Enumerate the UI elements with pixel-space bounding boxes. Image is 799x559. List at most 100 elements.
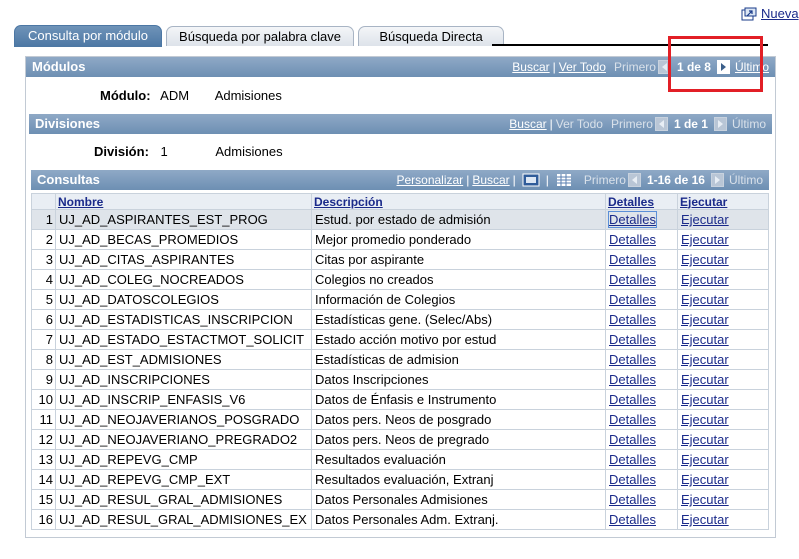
table-row[interactable]: 6 UJ_AD_ESTADISTICAS_INSCRIPCION Estadísti… <box>31 309 769 330</box>
tab-busqueda-directa[interactable]: Búsqueda Directa <box>358 26 504 46</box>
ejecutar-link[interactable]: Ejecutar <box>681 472 729 487</box>
highlight-annotation <box>668 36 763 92</box>
row-detalles-cell: Detalles <box>605 489 678 510</box>
detalles-link[interactable]: Detalles <box>609 452 656 467</box>
row-detalles-cell: Detalles <box>605 249 678 270</box>
row-descripcion: Datos pers. Neos de posgrado <box>311 409 606 430</box>
detalles-link[interactable]: Detalles <box>609 472 656 487</box>
detalles-link[interactable]: Detalles <box>609 292 656 307</box>
detalles-link[interactable]: Detalles <box>609 432 656 447</box>
detalles-link[interactable]: Detalles <box>609 392 656 407</box>
row-detalles-cell: Detalles <box>605 469 678 490</box>
ejecutar-link[interactable]: Ejecutar <box>681 412 729 427</box>
table-row[interactable]: 14 UJ_AD_REPEVG_CMP_EXT Resultados evaluac… <box>31 469 769 490</box>
modulos-buscar-link[interactable]: Buscar <box>512 57 549 77</box>
sort-nombre-link[interactable]: Nombre <box>58 195 103 209</box>
new-window-label[interactable]: Nueva <box>761 6 799 21</box>
ejecutar-link[interactable]: Ejecutar <box>681 492 729 507</box>
table-row[interactable]: 2 UJ_AD_BECAS_PROMEDIOS Mejor promedio pon… <box>31 229 769 250</box>
modulos-ver-todo-link[interactable]: Ver Todo <box>559 57 606 77</box>
row-ejecutar-cell: Ejecutar <box>677 209 769 230</box>
ejecutar-link[interactable]: Ejecutar <box>681 512 729 527</box>
table-row[interactable]: 4 UJ_AD_COLEG_NOCREADOS Colegios no creado… <box>31 269 769 290</box>
row-ejecutar-cell: Ejecutar <box>677 229 769 250</box>
detalles-link[interactable]: Detalles <box>609 332 656 347</box>
ejecutar-link[interactable]: Ejecutar <box>681 232 729 247</box>
ejecutar-link[interactable]: Ejecutar <box>681 432 729 447</box>
detalles-header-link[interactable]: Detalles <box>608 195 654 209</box>
row-nombre: UJ_AD_COLEG_NOCREADOS <box>55 269 312 290</box>
divisiones-primero: Primero <box>610 117 653 131</box>
ejecutar-link[interactable]: Ejecutar <box>681 372 729 387</box>
table-row[interactable]: 12 UJ_AD_NEOJAVERIANO_PREGRADO2 Datos pers… <box>31 429 769 450</box>
table-row[interactable]: 16 UJ_AD_RESUL_GRAL_ADMISIONES_EX Datos Pe… <box>31 509 769 530</box>
detalles-link[interactable]: Detalles <box>609 512 656 527</box>
detalles-link[interactable]: Detalles <box>609 252 656 267</box>
row-descripcion: Datos Personales Adm. Extranj. <box>311 509 606 530</box>
tab-busqueda-palabra-clave[interactable]: Búsqueda por palabra clave <box>166 26 354 46</box>
detalles-link[interactable]: Detalles <box>609 312 656 327</box>
table-row[interactable]: 13 UJ_AD_REPEVG_CMP Resultados evaluación D… <box>31 449 769 470</box>
table-row[interactable]: 3 UJ_AD_CITAS_ASPIRANTES Citas por aspiran… <box>31 249 769 270</box>
separator: | <box>552 60 556 74</box>
detalles-link[interactable]: Detalles <box>609 372 656 387</box>
view-all-icon[interactable] <box>522 173 540 187</box>
divisiones-nav: Buscar | Ver Todo Primero 1 de 1 Último <box>509 114 766 134</box>
row-index: 3 <box>31 249 56 270</box>
row-index: 5 <box>31 289 56 310</box>
row-detalles-cell: Detalles <box>605 269 678 290</box>
row-descripcion: Datos Inscripciones <box>311 369 606 390</box>
header-descripcion: Descripción <box>311 193 606 210</box>
table-row[interactable]: 10 UJ_AD_INSCRIP_ENFASIS_V6 Datos de Énfas… <box>31 389 769 410</box>
new-window-link[interactable]: Nueva <box>741 6 799 21</box>
ejecutar-link[interactable]: Ejecutar <box>681 452 729 467</box>
row-detalles-cell: Detalles <box>605 289 678 310</box>
row-nombre: UJ_AD_INSCRIPCIONES <box>55 369 312 390</box>
consultas-personalizar-link[interactable]: Personalizar <box>396 170 463 190</box>
sort-descripcion-link[interactable]: Descripción <box>314 195 383 209</box>
ejecutar-link[interactable]: Ejecutar <box>681 312 729 327</box>
row-descripcion: Estadísticas gene. (Selec/Abs) <box>311 309 606 330</box>
detalles-link[interactable]: Detalles <box>609 412 656 427</box>
tab-consulta-por-modulo[interactable]: Consulta por módulo <box>14 25 162 47</box>
row-nombre: UJ_AD_INSCRIP_ENFASIS_V6 <box>55 389 312 410</box>
row-descripcion: Estud. por estado de admisión <box>311 209 606 230</box>
consultas-title: Consultas <box>37 172 100 187</box>
table-row[interactable]: 1 UJ_AD_ASPIRANTES_EST_PROG Estud. por est… <box>31 209 769 230</box>
row-nombre: UJ_AD_ESTADO_ESTACTMOT_SOLICIT <box>55 329 312 350</box>
divisiones-buscar-link[interactable]: Buscar <box>509 114 546 134</box>
consultas-buscar-link[interactable]: Buscar <box>472 170 509 190</box>
detalles-link[interactable]: Detalles <box>609 352 656 367</box>
ejecutar-link[interactable]: Ejecutar <box>681 292 729 307</box>
table-row[interactable]: 15 UJ_AD_RESUL_GRAL_ADMISIONES Datos Perso… <box>31 489 769 510</box>
modulos-title: Módulos <box>32 59 86 74</box>
row-detalles-cell: Detalles <box>605 349 678 370</box>
ejecutar-link[interactable]: Ejecutar <box>681 212 729 227</box>
row-descripcion: Resultados evaluación, Extranj <box>311 469 606 490</box>
detalles-link[interactable]: Detalles <box>609 232 656 247</box>
table-row[interactable]: 5 UJ_AD_DATOSCOLEGIOS Información de Coleg… <box>31 289 769 310</box>
ejecutar-link[interactable]: Ejecutar <box>681 332 729 347</box>
row-index: 11 <box>31 409 56 430</box>
ejecutar-link[interactable]: Ejecutar <box>681 352 729 367</box>
row-ejecutar-cell: Ejecutar <box>677 329 769 350</box>
table-row[interactable]: 8 UJ_AD_EST_ADMISIONES Estadísticas de adm… <box>31 349 769 370</box>
ejecutar-link[interactable]: Ejecutar <box>681 272 729 287</box>
row-descripcion: Estadísticas de admision <box>311 349 606 370</box>
modulo-label: Módulo: <box>100 88 151 103</box>
ejecutar-link[interactable]: Ejecutar <box>681 392 729 407</box>
table-row[interactable]: 9 UJ_AD_INSCRIPCIONES Datos Inscripciones D… <box>31 369 769 390</box>
detalles-link[interactable]: Detalles <box>609 272 656 287</box>
detalles-link[interactable]: Detalles <box>609 492 656 507</box>
spreadsheet-icon[interactable] <box>555 173 573 187</box>
row-nombre: UJ_AD_ASPIRANTES_EST_PROG <box>55 209 312 230</box>
table-row[interactable]: 11 UJ_AD_NEOJAVERIANOS_POSGRADO Datos pers… <box>31 409 769 430</box>
ejecutar-header-link[interactable]: Ejecutar <box>680 195 727 209</box>
separator: | <box>512 173 516 187</box>
separator: | <box>545 173 549 187</box>
table-row[interactable]: 7 UJ_AD_ESTADO_ESTACTMOT_SOLICIT Estado ac… <box>31 329 769 350</box>
modulo-code: ADM <box>160 88 190 103</box>
ejecutar-link[interactable]: Ejecutar <box>681 252 729 267</box>
detalles-link[interactable]: Detalles <box>608 211 657 228</box>
row-descripcion: Resultados evaluación <box>311 449 606 470</box>
